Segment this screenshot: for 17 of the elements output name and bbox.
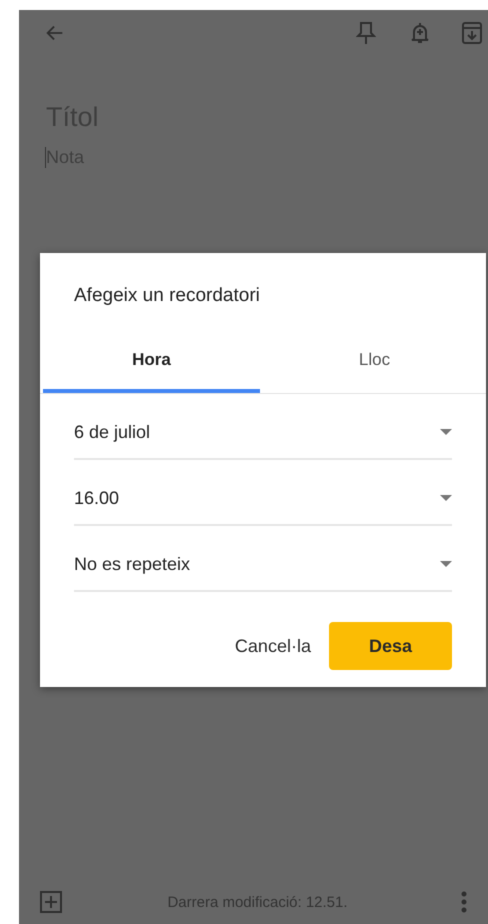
dialog-title: Afegeix un recordatori — [73, 284, 261, 308]
add-box-icon[interactable] — [39, 890, 63, 914]
dropdown-caret-icon — [440, 561, 452, 567]
dropdown-caret-icon — [440, 495, 452, 501]
dropdown-field[interactable]: No es repeteix — [74, 526, 452, 592]
dropdown-value: 16.00 — [74, 488, 120, 508]
save-button[interactable]: Desa — [328, 622, 452, 670]
tab[interactable]: Hora — [43, 331, 260, 393]
dropdown-value: 6 de juliol — [74, 422, 150, 442]
dropdown-field[interactable]: 6 de juliol — [74, 394, 452, 460]
dropdown-field[interactable]: 16.00 — [74, 460, 452, 526]
tab[interactable]: Lloc — [266, 331, 483, 393]
dropdown-value: No es repeteix — [74, 554, 190, 574]
pin-icon[interactable] — [354, 21, 378, 45]
dropdown-caret-icon — [440, 429, 452, 435]
archive-icon[interactable] — [460, 21, 484, 45]
cancel-button[interactable]: Cancel·la — [234, 622, 311, 670]
